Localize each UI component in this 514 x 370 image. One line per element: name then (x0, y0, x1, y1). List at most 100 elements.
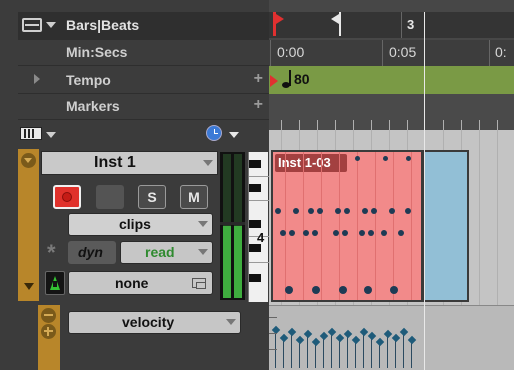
midi-note[interactable] (339, 286, 347, 294)
midi-note[interactable] (362, 208, 368, 214)
tempo-ruler[interactable]: 80 (269, 66, 514, 94)
markers-label: Markers (66, 98, 120, 114)
piano-keyboard[interactable]: 4 (248, 152, 269, 302)
midi-note[interactable] (303, 230, 309, 236)
midi-note[interactable] (368, 230, 374, 236)
midi-note[interactable] (364, 286, 372, 294)
midi-note[interactable] (381, 230, 387, 236)
chevron-down-icon[interactable] (46, 132, 56, 138)
velocity-point[interactable] (375, 337, 385, 347)
track-view-selector[interactable]: clips (68, 213, 213, 236)
group-icon[interactable] (192, 278, 206, 289)
ruler-row-bars-beats[interactable]: Bars|Beats (18, 12, 269, 40)
ruler-row-markers: Markers + (18, 94, 269, 120)
tempo-marker-icon[interactable] (270, 75, 278, 87)
group-selector[interactable]: none (68, 271, 213, 295)
velocity-lane[interactable] (269, 305, 514, 370)
lane-parameter-selector[interactable]: velocity (68, 311, 241, 334)
velocity-point[interactable] (295, 335, 305, 345)
end-marker-icon[interactable] (329, 12, 341, 36)
level-meter (220, 152, 245, 300)
midi-note[interactable] (389, 208, 395, 214)
record-enable-button[interactable] (53, 185, 81, 209)
remove-lane-icon[interactable] (41, 308, 56, 323)
chevron-down-icon[interactable] (229, 132, 239, 138)
velocity-point[interactable] (391, 333, 401, 343)
midi-note[interactable] (280, 230, 286, 236)
start-marker-icon[interactable] (273, 12, 285, 36)
clock-icon[interactable] (206, 125, 222, 141)
velocity-stem (371, 336, 372, 368)
midi-note[interactable] (335, 208, 341, 214)
midi-note[interactable] (333, 230, 339, 236)
bars-beats-ruler[interactable]: 3 (269, 12, 514, 38)
velocity-point[interactable] (343, 329, 353, 339)
track-color-strip[interactable] (18, 149, 39, 301)
solo-button[interactable]: S (138, 185, 166, 209)
track-collapse-icon[interactable] (21, 153, 36, 168)
asterisk-icon[interactable]: * (47, 242, 65, 264)
velocity-point[interactable] (319, 331, 329, 341)
dyn-label: dyn (78, 244, 103, 260)
track-name-field[interactable]: Inst 1 (41, 151, 218, 175)
track-expand-arrow-icon[interactable] (24, 283, 34, 290)
midi-note[interactable] (289, 230, 295, 236)
tempo-label: Tempo (66, 72, 111, 88)
track-view-icon[interactable] (20, 127, 42, 140)
midi-note[interactable] (406, 156, 411, 161)
velocity-stem (403, 332, 404, 368)
midi-clip-next[interactable] (423, 150, 469, 302)
velocity-point[interactable] (303, 329, 313, 339)
mute-button[interactable]: M (180, 185, 208, 209)
velocity-point[interactable] (407, 335, 417, 345)
expand-arrow-icon[interactable] (34, 74, 40, 84)
velocity-stem (387, 334, 388, 368)
midi-note[interactable] (390, 286, 398, 294)
midi-note[interactable] (308, 208, 314, 214)
chevron-down-icon[interactable] (46, 22, 56, 28)
midi-note[interactable] (312, 286, 320, 294)
midi-note[interactable] (359, 230, 365, 236)
midi-note[interactable] (312, 230, 318, 236)
playhead[interactable] (424, 12, 425, 370)
timebase-icon[interactable] (45, 271, 65, 295)
midi-note[interactable] (293, 208, 299, 214)
velocity-point[interactable] (399, 327, 409, 337)
velocity-point[interactable] (351, 335, 361, 345)
octave-label: 4 (257, 230, 265, 245)
midi-clip[interactable]: Inst 1-03 (271, 150, 423, 302)
velocity-point[interactable] (327, 327, 337, 337)
time-label: 0:05 (389, 44, 417, 60)
velocity-point[interactable] (287, 327, 297, 337)
velocity-point[interactable] (311, 337, 321, 347)
chevron-down-icon[interactable] (198, 221, 208, 227)
velocity-point[interactable] (279, 333, 289, 343)
midi-note[interactable] (371, 208, 377, 214)
chevron-down-icon[interactable] (226, 319, 236, 325)
add-tempo-icon[interactable]: + (254, 70, 263, 88)
midi-note[interactable] (285, 286, 293, 294)
midi-note[interactable] (355, 156, 360, 161)
time-label: 0:00 (277, 44, 305, 60)
velocity-point[interactable] (367, 331, 377, 341)
midi-note[interactable] (317, 208, 323, 214)
chevron-down-icon[interactable] (198, 249, 208, 255)
dyn-button[interactable]: dyn (68, 241, 116, 264)
midi-note[interactable] (275, 208, 281, 214)
automation-mode-selector[interactable]: read (120, 241, 213, 264)
markers-ruler[interactable] (269, 94, 514, 120)
add-marker-icon[interactable]: + (254, 96, 263, 114)
midi-note[interactable] (342, 230, 348, 236)
midi-note[interactable] (405, 208, 411, 214)
ruler-headers: Bars|Beats Min:Secs Tempo + Markers + (0, 0, 269, 120)
midi-note[interactable] (383, 156, 388, 161)
bar-number: 3 (407, 17, 415, 32)
min-secs-ruler[interactable]: 0:00 0:05 0: (269, 40, 514, 66)
midi-note[interactable] (344, 208, 350, 214)
velocity-point[interactable] (335, 333, 345, 343)
add-lane-icon[interactable] (41, 324, 56, 339)
input-monitor-button[interactable] (96, 185, 124, 209)
chevron-down-icon[interactable] (203, 160, 213, 166)
ruler-menu-icon[interactable] (22, 18, 42, 32)
midi-note[interactable] (398, 230, 404, 236)
